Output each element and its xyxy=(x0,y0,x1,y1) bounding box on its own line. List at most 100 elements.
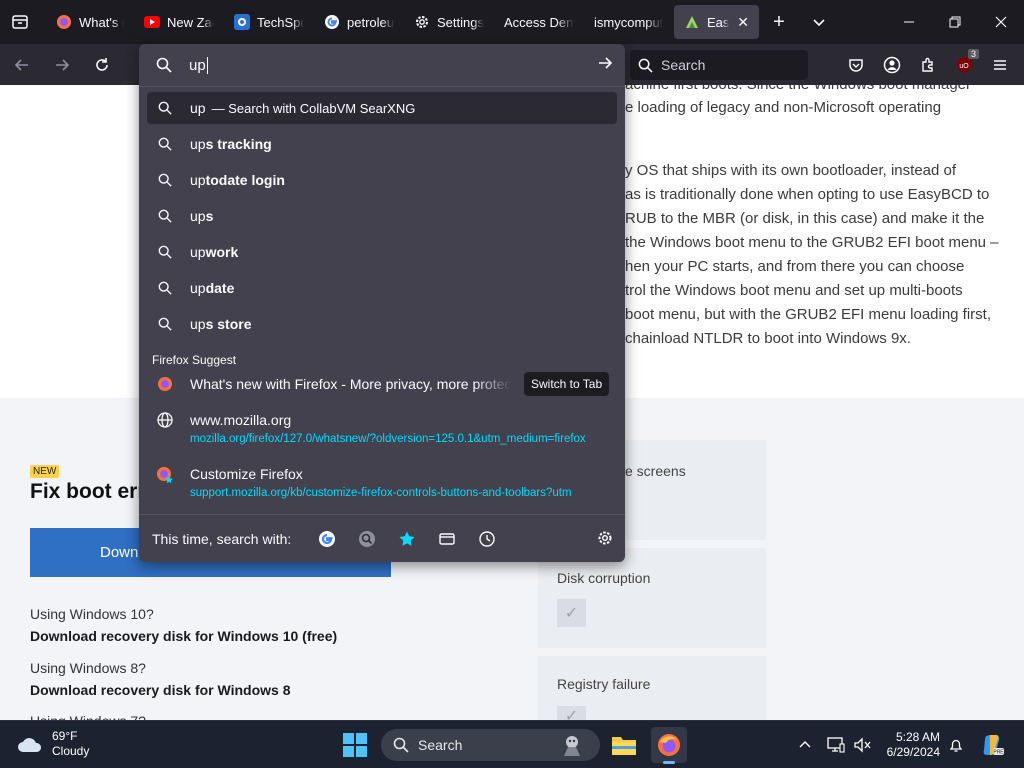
system-clock[interactable]: 5:28 AM 6/29/2024 xyxy=(876,730,940,760)
plus-icon: + xyxy=(773,10,785,33)
tab-access-denied[interactable]: Access Deni xyxy=(494,5,584,39)
close-tab-icon[interactable]: ✕ xyxy=(737,14,749,31)
switch-to-tab-button[interactable]: Switch to Tab xyxy=(524,372,610,396)
restore-icon xyxy=(949,16,961,28)
suggestion-row[interactable]: ups xyxy=(147,200,617,232)
restore-button[interactable] xyxy=(932,0,978,44)
chevron-up-icon xyxy=(799,741,811,748)
suggestion-row[interactable]: up — Search with CollabVM SearXNG xyxy=(147,92,617,124)
google-icon xyxy=(324,14,340,30)
suggestion-row[interactable]: upwork xyxy=(147,236,617,268)
tabs-search-button[interactable] xyxy=(427,523,467,555)
arrow-left-icon xyxy=(14,58,28,71)
reload-icon xyxy=(96,57,108,71)
forward-button[interactable] xyxy=(44,49,80,81)
show-hidden-icons-button[interactable] xyxy=(795,735,815,755)
file-explorer-button[interactable] xyxy=(606,727,642,763)
suggestion-text: upwork xyxy=(190,244,239,260)
google-icon xyxy=(319,530,336,547)
searxng-engine-button[interactable] xyxy=(347,523,387,555)
close-window-button[interactable] xyxy=(978,0,1024,44)
search-icon xyxy=(393,737,409,753)
notifications-button[interactable] xyxy=(946,735,966,755)
tab-whats-new[interactable]: What's n xyxy=(46,5,134,39)
copilot-button[interactable]: PRE xyxy=(980,732,1006,758)
url-input-value: up xyxy=(189,56,206,74)
youtube-icon xyxy=(144,14,160,30)
tab-label: ismycomput xyxy=(594,14,664,30)
os-label: Using Windows 7? xyxy=(30,713,146,720)
suggestion-text: ups xyxy=(190,208,214,224)
bell-icon xyxy=(949,739,963,752)
volume-tray-button[interactable] xyxy=(853,735,873,755)
taskbar-search[interactable]: Search xyxy=(381,729,600,761)
search-icon xyxy=(147,173,183,187)
suggestion-row[interactable]: ups tracking xyxy=(147,128,617,160)
article-line: as is traditionally done when opting to … xyxy=(625,186,990,203)
account-button[interactable] xyxy=(879,52,905,78)
suggestion-row[interactable]: ups store xyxy=(147,308,617,340)
side-item-title: Disk corruption xyxy=(557,570,651,586)
tab-settings[interactable]: Settings xyxy=(404,5,494,39)
bookmarks-search-button[interactable] xyxy=(387,523,427,555)
close-icon xyxy=(995,16,1007,28)
check-icon: ✓ xyxy=(557,599,586,627)
firefox-icon xyxy=(56,14,72,30)
svg-text:PRE: PRE xyxy=(993,750,1004,756)
suggest-title: What's new with Firefox - More privacy, … xyxy=(190,376,512,392)
google-search-engine-button[interactable] xyxy=(307,523,347,555)
tab-ismycomputer[interactable]: ismycomput xyxy=(584,5,674,39)
folder-icon xyxy=(612,737,636,755)
reload-button[interactable] xyxy=(84,49,120,81)
history-search-button[interactable] xyxy=(467,523,507,555)
back-button[interactable] xyxy=(4,49,40,81)
recovery-disk-link-win8[interactable]: Download recovery disk for Windows 8 xyxy=(30,682,290,698)
taskbar: 69°F Cloudy Search 5:28 AM 6/29/2024 PRE xyxy=(0,720,1024,768)
firefox-taskbar-button[interactable] xyxy=(651,727,687,764)
search-highlight-icon xyxy=(560,733,584,760)
article-line: trol the Windows boot menu and set up mu… xyxy=(625,282,963,299)
new-tab-button[interactable]: + xyxy=(759,0,799,44)
easybcd-icon xyxy=(684,14,700,30)
display-icon xyxy=(827,737,845,753)
side-card xyxy=(538,548,766,648)
firefox-suggest-row[interactable]: Customize Firefox support.mozilla.org/kb… xyxy=(147,460,617,504)
pocket-button[interactable] xyxy=(843,52,869,78)
display-tray-button[interactable] xyxy=(826,735,846,755)
suggestion-row[interactable]: update xyxy=(147,272,617,304)
search-bar[interactable]: Search xyxy=(630,50,808,80)
suggestion-row[interactable]: uptodate login xyxy=(147,164,617,196)
extensions-button[interactable] xyxy=(915,52,941,78)
account-icon xyxy=(883,56,901,74)
tab-techspot[interactable]: TechSpo xyxy=(224,5,314,39)
article-line: e loading of legacy and non-Microsoft op… xyxy=(625,99,942,116)
minimize-button[interactable] xyxy=(886,0,932,44)
search-icon xyxy=(638,58,653,73)
suggestion-description: — Search with CollabVM SearXNG xyxy=(211,100,416,116)
tab-label: What's n xyxy=(79,14,124,30)
firefox-suggest-row[interactable]: www.mozilla.org mozilla.org/firefox/127.… xyxy=(147,406,617,450)
tab-google[interactable]: petroleu xyxy=(314,5,404,39)
recovery-disk-link-win10[interactable]: Download recovery disk for Windows 10 (f… xyxy=(30,628,337,644)
weather-widget[interactable]: 69°F Cloudy xyxy=(16,729,89,759)
firefox-icon xyxy=(147,466,183,484)
firefox-icon xyxy=(658,734,680,756)
go-arrow-icon[interactable] xyxy=(597,55,613,76)
suggestion-text: ups store xyxy=(190,316,252,332)
extension-badge: 3 xyxy=(967,49,979,59)
one-off-search-row: This time, search with: xyxy=(139,515,625,562)
firefox-view-button[interactable] xyxy=(0,0,40,44)
app-menu-button[interactable] xyxy=(987,52,1013,78)
ublock-button[interactable]: uO 3 xyxy=(951,49,979,78)
tab-easybcd[interactable]: EasyB ✕ xyxy=(674,5,759,39)
start-button[interactable] xyxy=(342,732,368,763)
search-settings-button[interactable] xyxy=(597,530,613,551)
tab-label: EasyB xyxy=(707,14,730,30)
minimize-icon xyxy=(904,21,914,23)
url-input[interactable]: up xyxy=(139,44,625,86)
list-all-tabs-button[interactable] xyxy=(799,0,839,44)
suggest-title: Customize Firefox xyxy=(190,466,303,482)
tab-label: Access Deni xyxy=(504,14,574,30)
tab-youtube[interactable]: New Zac xyxy=(134,5,224,39)
search-bar-placeholder: Search xyxy=(661,57,706,73)
